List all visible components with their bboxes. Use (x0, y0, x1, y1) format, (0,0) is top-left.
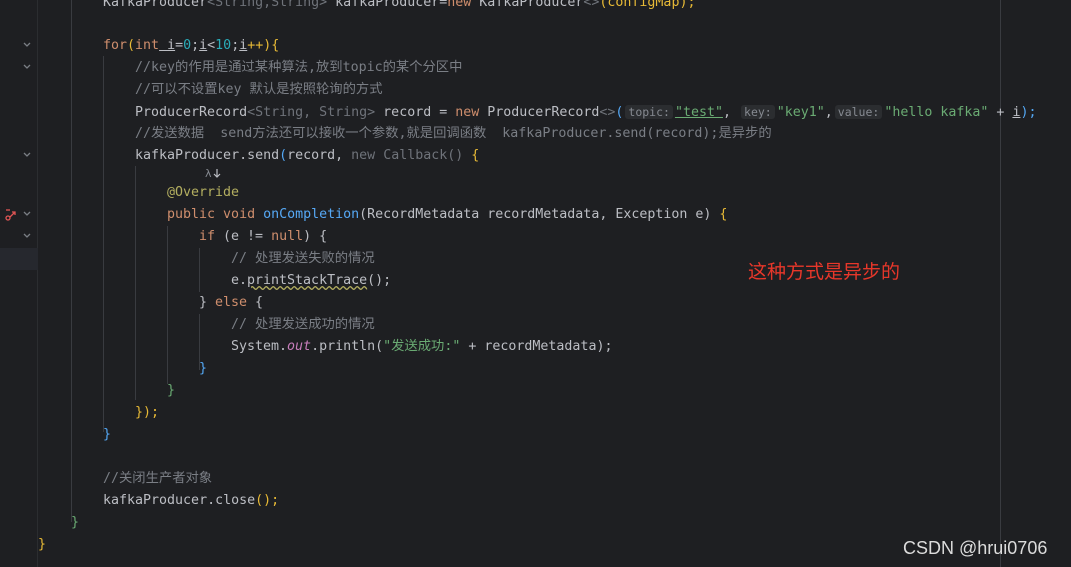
code-line: } (199, 361, 208, 376)
code-line: }); (135, 405, 160, 420)
code-line: } (103, 427, 112, 442)
code-comment: // 处理发送失败的情况 (231, 251, 375, 266)
code-comment: //key的作用是通过某种算法,放到topic的某个分区中 (135, 60, 463, 75)
indent-guide (135, 166, 136, 400)
code-editor[interactable]: KafkaProducer<String,String> kafkaProduc… (38, 0, 1071, 567)
code-line: kafkaProducer.close(); (103, 493, 280, 508)
right-margin-guide (1000, 0, 1001, 567)
svg-text:λ: λ (205, 167, 212, 180)
code-line: KafkaProducer<String,String> kafkaProduc… (103, 0, 696, 10)
code-line: public void onCompletion(RecordMetadata … (167, 207, 728, 222)
code-line: } (38, 537, 47, 552)
code-line: kafkaProducer.send(record, new Callback(… (135, 148, 480, 163)
fold-chevron-icon[interactable] (22, 62, 32, 72)
code-line: if (e != null) { (199, 229, 328, 244)
override-method-icon[interactable] (4, 207, 18, 221)
indent-guide (199, 248, 200, 292)
param-hint: key: (741, 105, 775, 119)
fold-chevron-icon[interactable] (22, 209, 32, 219)
code-annotation: @Override (167, 185, 240, 200)
code-line: e.printStackTrace(); (231, 273, 392, 288)
indent-guide (103, 56, 104, 432)
annotation-text: 这种方式是异步的 (748, 261, 901, 283)
watermark: CSDN @hrui0706 (903, 538, 1048, 558)
code-line: ProducerRecord<String, String> record = … (135, 105, 1037, 120)
code-line: for(int i=0;i<10;i++){ (103, 38, 280, 53)
editor-gutter (0, 0, 37, 567)
code-comment: //可以不设置key 默认是按照轮询的方式 (135, 82, 383, 97)
code-comment: //关闭生产者对象 (103, 471, 213, 486)
code-line: System.out.println("发送成功:" + recordMetad… (231, 339, 613, 354)
lambda-convert-icon[interactable]: λ (205, 165, 227, 181)
indent-guide (71, 0, 72, 522)
param-hint: value: (834, 105, 883, 119)
fold-chevron-icon[interactable] (22, 231, 32, 241)
param-hint: topic: (625, 105, 673, 119)
code-comment: //发送数据 send方法还可以接收一个参数,就是回调函数 kafkaProdu… (135, 126, 772, 141)
fold-chevron-icon[interactable] (22, 150, 32, 160)
code-line: } else { (199, 295, 264, 310)
fold-chevron-icon[interactable] (22, 40, 32, 50)
code-line: } (71, 515, 80, 530)
code-comment: // 处理发送成功的情况 (231, 317, 375, 332)
code-line: } (167, 383, 176, 398)
indent-guide (167, 226, 168, 384)
